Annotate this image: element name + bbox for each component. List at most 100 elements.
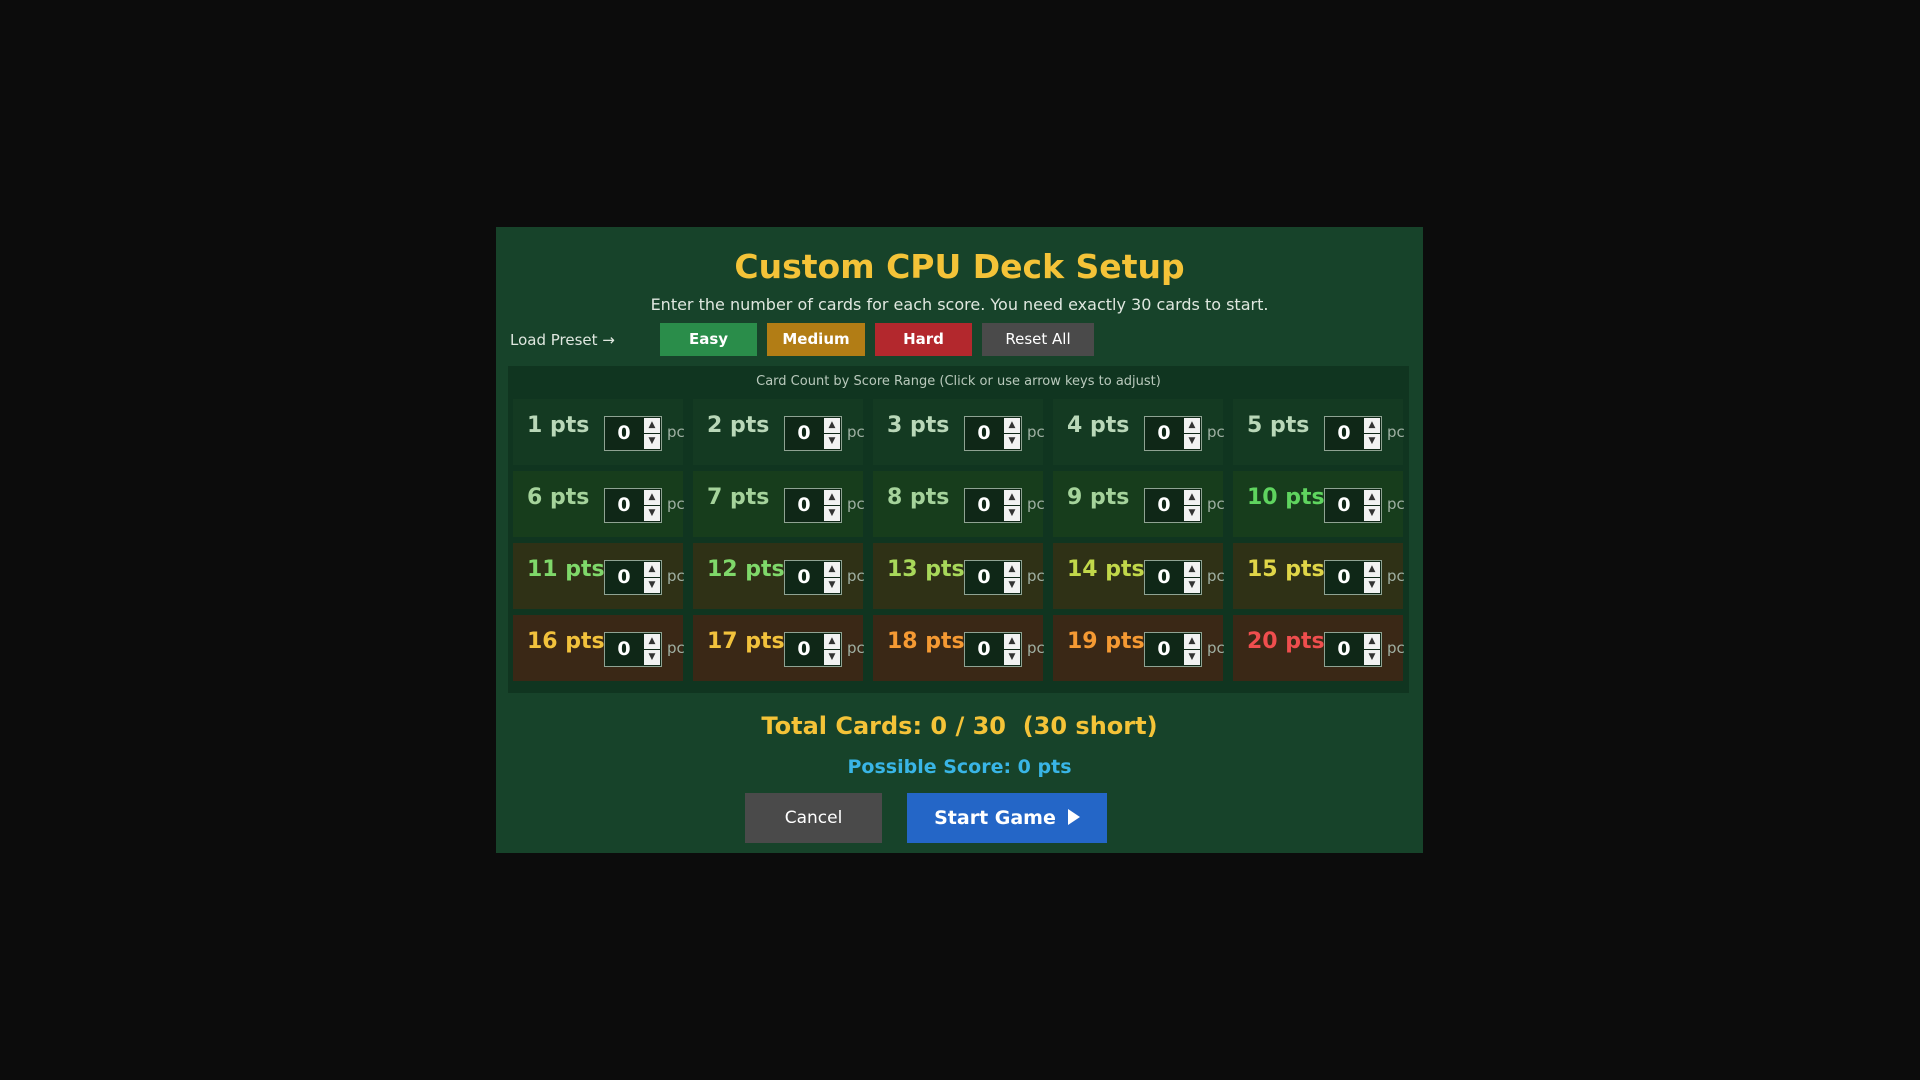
cancel-button[interactable]: Cancel xyxy=(745,793,882,843)
card-count-spinbox[interactable]: 0 ▲ ▼ xyxy=(964,416,1022,451)
score-label: 8 pts xyxy=(887,485,950,510)
decrement-arrow-icon[interactable]: ▼ xyxy=(824,434,840,449)
decrement-arrow-icon[interactable]: ▼ xyxy=(1184,506,1200,521)
increment-arrow-icon[interactable]: ▲ xyxy=(1004,562,1020,577)
card-count-value[interactable]: 0 xyxy=(1325,489,1363,522)
unit-label: pc xyxy=(667,423,685,441)
decrement-arrow-icon[interactable]: ▼ xyxy=(1004,650,1020,665)
card-count-spinbox[interactable]: 0 ▲ ▼ xyxy=(784,488,842,523)
decrement-arrow-icon[interactable]: ▼ xyxy=(1004,506,1020,521)
card-count-spinbox[interactable]: 0 ▲ ▼ xyxy=(1324,416,1382,451)
decrement-arrow-icon[interactable]: ▼ xyxy=(1184,434,1200,449)
unit-label: pc xyxy=(1027,567,1045,585)
decrement-arrow-icon[interactable]: ▼ xyxy=(1364,506,1380,521)
decrement-arrow-icon[interactable]: ▼ xyxy=(1364,434,1380,449)
panel-caption: Card Count by Score Range (Click or use … xyxy=(756,374,1161,389)
card-count-value[interactable]: 0 xyxy=(605,417,643,450)
increment-arrow-icon[interactable]: ▲ xyxy=(1364,490,1380,505)
card-count-value[interactable]: 0 xyxy=(1325,561,1363,594)
decrement-arrow-icon[interactable]: ▼ xyxy=(1364,650,1380,665)
increment-arrow-icon[interactable]: ▲ xyxy=(824,418,840,433)
card-count-spinbox[interactable]: 0 ▲ ▼ xyxy=(784,560,842,595)
increment-arrow-icon[interactable]: ▲ xyxy=(1004,418,1020,433)
card-count-spinbox[interactable]: 0 ▲ ▼ xyxy=(1144,488,1202,523)
card-count-spinbox[interactable]: 0 ▲ ▼ xyxy=(1324,488,1382,523)
card-count-spinbox[interactable]: 0 ▲ ▼ xyxy=(604,416,662,451)
card-count-spinbox[interactable]: 0 ▲ ▼ xyxy=(964,488,1022,523)
decrement-arrow-icon[interactable]: ▼ xyxy=(1004,578,1020,593)
card-count-value[interactable]: 0 xyxy=(1325,633,1363,666)
decrement-arrow-icon[interactable]: ▼ xyxy=(824,506,840,521)
card-count-value[interactable]: 0 xyxy=(605,489,643,522)
increment-arrow-icon[interactable]: ▲ xyxy=(1184,562,1200,577)
decrement-arrow-icon[interactable]: ▼ xyxy=(1184,578,1200,593)
card-count-value[interactable]: 0 xyxy=(785,633,823,666)
increment-arrow-icon[interactable]: ▲ xyxy=(1004,490,1020,505)
decrement-arrow-icon[interactable]: ▼ xyxy=(1004,434,1020,449)
decrement-arrow-icon[interactable]: ▼ xyxy=(644,650,660,665)
increment-arrow-icon[interactable]: ▲ xyxy=(644,562,660,577)
decrement-arrow-icon[interactable]: ▼ xyxy=(824,650,840,665)
start-game-button[interactable]: Start Game xyxy=(907,793,1107,843)
increment-arrow-icon[interactable]: ▲ xyxy=(1364,562,1380,577)
score-cell: 19 pts 0 ▲ ▼ pc xyxy=(1053,615,1225,681)
decrement-arrow-icon[interactable]: ▼ xyxy=(644,506,660,521)
card-count-spinbox[interactable]: 0 ▲ ▼ xyxy=(784,416,842,451)
card-count-value[interactable]: 0 xyxy=(785,489,823,522)
score-cell: 20 pts 0 ▲ ▼ pc xyxy=(1233,615,1405,681)
decrement-arrow-icon[interactable]: ▼ xyxy=(1364,578,1380,593)
decrement-arrow-icon[interactable]: ▼ xyxy=(824,578,840,593)
card-count-spinbox[interactable]: 0 ▲ ▼ xyxy=(1144,416,1202,451)
unit-label: pc xyxy=(847,423,865,441)
card-count-value[interactable]: 0 xyxy=(1145,561,1183,594)
card-count-value[interactable]: 0 xyxy=(785,417,823,450)
card-count-value[interactable]: 0 xyxy=(965,561,1003,594)
score-cell: 17 pts 0 ▲ ▼ pc xyxy=(693,615,865,681)
increment-arrow-icon[interactable]: ▲ xyxy=(1184,490,1200,505)
card-count-spinbox[interactable]: 0 ▲ ▼ xyxy=(1324,560,1382,595)
increment-arrow-icon[interactable]: ▲ xyxy=(1184,634,1200,649)
increment-arrow-icon[interactable]: ▲ xyxy=(1004,634,1020,649)
card-count-value[interactable]: 0 xyxy=(1145,489,1183,522)
card-count-spinbox[interactable]: 0 ▲ ▼ xyxy=(1144,560,1202,595)
card-count-spinbox[interactable]: 0 ▲ ▼ xyxy=(964,560,1022,595)
unit-label: pc xyxy=(1027,639,1045,657)
card-count-spinbox[interactable]: 0 ▲ ▼ xyxy=(1324,632,1382,667)
increment-arrow-icon[interactable]: ▲ xyxy=(1184,418,1200,433)
increment-arrow-icon[interactable]: ▲ xyxy=(644,418,660,433)
card-count-spinbox[interactable]: 0 ▲ ▼ xyxy=(1144,632,1202,667)
card-count-spinbox[interactable]: 0 ▲ ▼ xyxy=(604,488,662,523)
increment-arrow-icon[interactable]: ▲ xyxy=(1364,418,1380,433)
start-game-label: Start Game xyxy=(934,807,1056,829)
score-cell: 1 pts 0 ▲ ▼ pc xyxy=(513,399,685,465)
increment-arrow-icon[interactable]: ▲ xyxy=(1364,634,1380,649)
card-count-value[interactable]: 0 xyxy=(965,489,1003,522)
preset-medium-button[interactable]: Medium xyxy=(767,323,865,356)
increment-arrow-icon[interactable]: ▲ xyxy=(824,562,840,577)
card-count-spinbox[interactable]: 0 ▲ ▼ xyxy=(964,632,1022,667)
preset-hard-button[interactable]: Hard xyxy=(875,323,972,356)
card-count-spinbox[interactable]: 0 ▲ ▼ xyxy=(784,632,842,667)
card-count-value[interactable]: 0 xyxy=(965,417,1003,450)
decrement-arrow-icon[interactable]: ▼ xyxy=(1184,650,1200,665)
card-count-value[interactable]: 0 xyxy=(965,633,1003,666)
card-count-value[interactable]: 0 xyxy=(785,561,823,594)
increment-arrow-icon[interactable]: ▲ xyxy=(824,490,840,505)
score-label: 20 pts xyxy=(1247,629,1325,654)
increment-arrow-icon[interactable]: ▲ xyxy=(644,634,660,649)
dialog-subtitle: Enter the number of cards for each score… xyxy=(650,295,1269,314)
card-count-value[interactable]: 0 xyxy=(605,633,643,666)
card-count-spinbox[interactable]: 0 ▲ ▼ xyxy=(604,560,662,595)
decrement-arrow-icon[interactable]: ▼ xyxy=(644,578,660,593)
card-count-spinbox[interactable]: 0 ▲ ▼ xyxy=(604,632,662,667)
card-count-value[interactable]: 0 xyxy=(1325,417,1363,450)
increment-arrow-icon[interactable]: ▲ xyxy=(824,634,840,649)
decrement-arrow-icon[interactable]: ▼ xyxy=(644,434,660,449)
card-count-value[interactable]: 0 xyxy=(605,561,643,594)
increment-arrow-icon[interactable]: ▲ xyxy=(644,490,660,505)
card-count-value[interactable]: 0 xyxy=(1145,417,1183,450)
card-count-value[interactable]: 0 xyxy=(1145,633,1183,666)
score-label: 11 pts xyxy=(527,557,605,582)
preset-easy-button[interactable]: Easy xyxy=(660,323,757,356)
reset-all-button[interactable]: Reset All xyxy=(982,323,1094,356)
